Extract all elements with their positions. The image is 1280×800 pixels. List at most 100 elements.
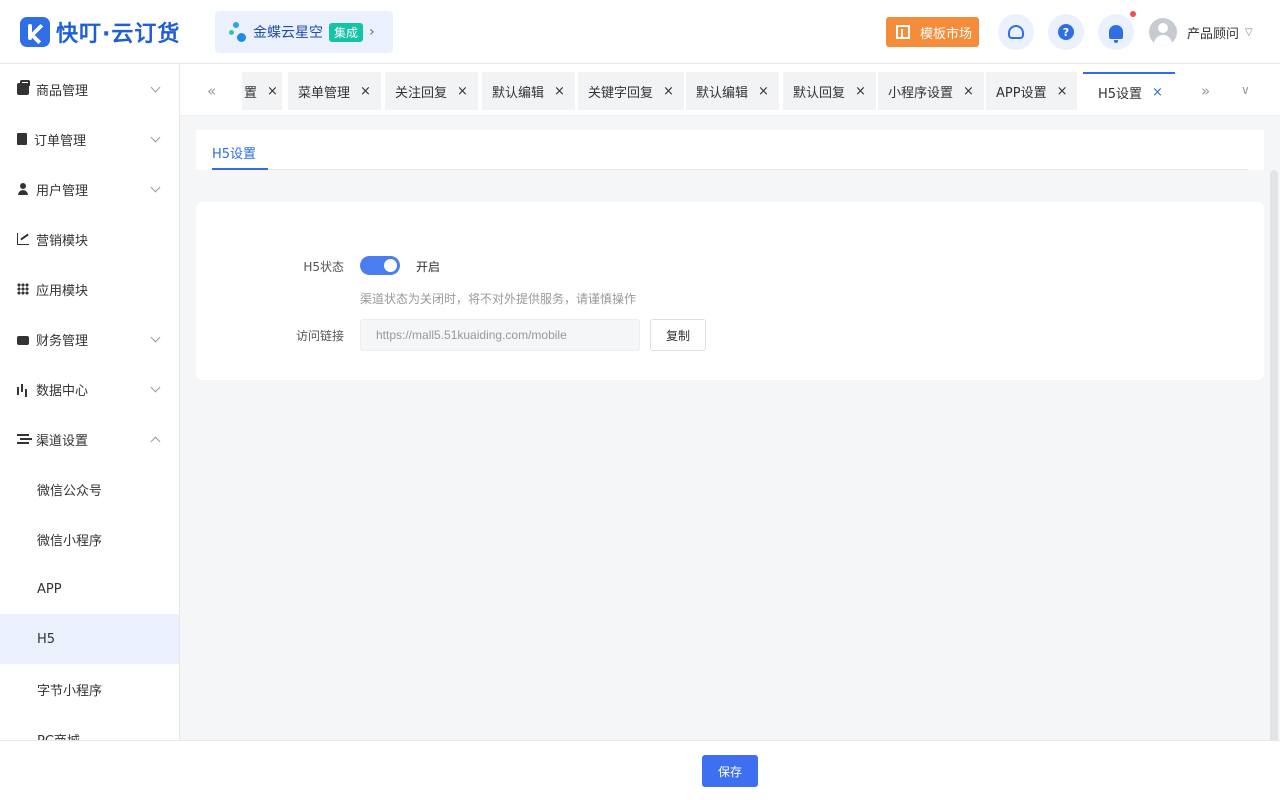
sidebar-item-users[interactable]: 用户管理: [0, 164, 179, 214]
tab-label: 关键字回复: [588, 85, 654, 101]
close-icon[interactable]: ×: [457, 84, 468, 99]
integration-badge: 集成: [329, 22, 364, 42]
subtab-active-indicator: [212, 168, 268, 170]
sidebar-subitem-pc-mall[interactable]: PC商城: [0, 714, 179, 741]
bar-chart-icon: [17, 383, 29, 395]
sidebar-subitem-wechat-official[interactable]: 微信公众号: [0, 464, 179, 514]
headset-icon: [1008, 25, 1024, 39]
sidebar-item-label: 订单管理: [34, 133, 87, 149]
close-icon[interactable]: ×: [758, 84, 769, 99]
shopping-bag-icon: [17, 80, 30, 95]
close-icon[interactable]: ×: [1057, 84, 1068, 99]
sidebar-subitem-app[interactable]: APP: [0, 564, 179, 614]
kingdee-integration-link[interactable]: 金蝶云星空 集成 ›: [215, 11, 393, 53]
logo-icon: [20, 17, 50, 47]
tab-item[interactable]: APP设置 ×: [986, 72, 1078, 110]
user-menu[interactable]: 产品顾问 ▽: [1149, 18, 1253, 46]
sidebar-item-finance[interactable]: 财务管理: [0, 314, 179, 364]
tab-item[interactable]: 关键字回复 ×: [578, 72, 684, 110]
sidebar-item-marketing[interactable]: 营销模块: [0, 214, 179, 264]
access-link-label: 访问链接: [295, 329, 344, 343]
sidebar-item-label: 应用模块: [36, 283, 89, 299]
close-icon[interactable]: ×: [963, 84, 974, 99]
template-icon: [896, 25, 910, 39]
h5-settings-card: [196, 202, 1264, 380]
tab-item[interactable]: 默认编辑 ×: [482, 72, 575, 110]
chevron-down-icon: [150, 182, 161, 193]
sidebar-item-orders[interactable]: 订单管理: [0, 114, 179, 164]
double-chevron-right-icon[interactable]: »: [1201, 82, 1210, 100]
access-link-input[interactable]: [360, 319, 640, 351]
tab-label: 默认编辑: [696, 85, 749, 101]
chevron-down-icon: [150, 132, 161, 143]
subtab-divider: [212, 169, 1248, 170]
avatar: [1149, 18, 1177, 46]
close-icon[interactable]: ×: [267, 84, 278, 99]
chevron-down-icon: [150, 82, 161, 93]
sidebar-item-label: 商品管理: [36, 83, 89, 99]
chevron-down-icon[interactable]: ∨: [1241, 83, 1250, 97]
close-icon[interactable]: ×: [554, 84, 565, 99]
sidebar-subitem-h5[interactable]: H5: [0, 614, 179, 664]
customer-service-button[interactable]: [998, 14, 1034, 50]
sidebar-item-label: 数据中心: [36, 383, 89, 399]
subtab-h5-settings[interactable]: H5设置: [212, 143, 256, 162]
sidebar-item-apps[interactable]: 应用模块: [0, 264, 179, 314]
tab-item[interactable]: 关注回复 ×: [385, 72, 478, 110]
tab-label: APP设置: [996, 85, 1047, 101]
settings-subtabs: H5设置: [196, 130, 1264, 170]
sidebar-item-label: 营销模块: [36, 233, 89, 249]
sidebar-subitem-bytedance-miniprogram[interactable]: 字节小程序: [0, 664, 179, 714]
chevron-down-icon: [150, 332, 161, 343]
chevron-right-icon: ›: [369, 24, 375, 40]
help-button[interactable]: ?: [1048, 14, 1084, 50]
list-icon: [17, 433, 29, 445]
tab-h5-settings[interactable]: H5设置 ×: [1083, 72, 1175, 110]
tab-item[interactable]: 置 ×: [242, 72, 282, 110]
close-icon[interactable]: ×: [1152, 85, 1163, 100]
kingdee-logo-icon: [229, 20, 249, 44]
h5-status-toggle[interactable]: [360, 256, 400, 275]
notification-dot: [1130, 11, 1136, 17]
tab-label: 默认回复: [793, 85, 846, 101]
tab-item[interactable]: 默认编辑 ×: [686, 72, 779, 110]
trend-chart-icon: [17, 233, 29, 245]
sidebar-item-label: 财务管理: [36, 333, 89, 349]
double-chevron-left-icon[interactable]: «: [207, 82, 216, 100]
help-icon: ?: [1058, 24, 1074, 40]
template-market-button[interactable]: 模板市场: [886, 17, 979, 47]
page-scrollbar[interactable]: [1270, 170, 1278, 742]
kingdee-name: 金蝶云星空: [253, 25, 323, 41]
user-name: 产品顾问: [1187, 26, 1240, 42]
template-market-label: 模板市场: [920, 26, 973, 42]
bell-icon: [1109, 25, 1123, 43]
tab-item[interactable]: 小程序设置 ×: [878, 72, 984, 110]
tab-label: 小程序设置: [888, 85, 954, 101]
tab-item[interactable]: 默认回复 ×: [783, 72, 876, 110]
tab-item[interactable]: 菜单管理 ×: [288, 72, 381, 110]
sidebar-item-products[interactable]: 商品管理: [0, 64, 179, 114]
tab-label: 菜单管理: [298, 85, 351, 101]
sidebar-item-channel-settings[interactable]: 渠道设置: [0, 414, 179, 464]
save-button[interactable]: 保存: [702, 755, 758, 787]
sidebar-subitem-wechat-miniprogram[interactable]: 微信小程序: [0, 514, 179, 564]
notification-button[interactable]: [1098, 14, 1134, 50]
status-hint: 渠道状态为关闭时，将不对外提供服务，请谨慎操作: [360, 292, 637, 306]
sidebar-item-data-center[interactable]: 数据中心: [0, 364, 179, 414]
close-icon[interactable]: ×: [663, 84, 674, 99]
footer-bar: 保存: [0, 740, 1280, 800]
h5-status-label: H5状态: [303, 260, 344, 274]
sidebar: 商品管理 订单管理 用户管理 营销模块 应用模块 财务管理 数据中心 渠道设置 …: [0, 64, 180, 740]
sidebar-item-label: 渠道设置: [36, 433, 89, 449]
close-icon[interactable]: ×: [855, 84, 866, 99]
grid-icon: [17, 283, 29, 295]
close-icon[interactable]: ×: [360, 84, 371, 99]
wallet-icon: [17, 336, 29, 345]
chevron-down-icon: [150, 382, 161, 393]
copy-button[interactable]: 复制: [650, 319, 706, 351]
tab-bar: « 置 × 菜单管理 × 关注回复 × 默认编辑 × 关键字回复 × 默认编辑 …: [180, 64, 1280, 116]
h5-status-text: 开启: [416, 260, 441, 274]
clipboard-icon: [17, 133, 27, 145]
app-logo[interactable]: 快叮·云订货: [20, 16, 180, 48]
tab-label: 默认编辑: [492, 85, 545, 101]
